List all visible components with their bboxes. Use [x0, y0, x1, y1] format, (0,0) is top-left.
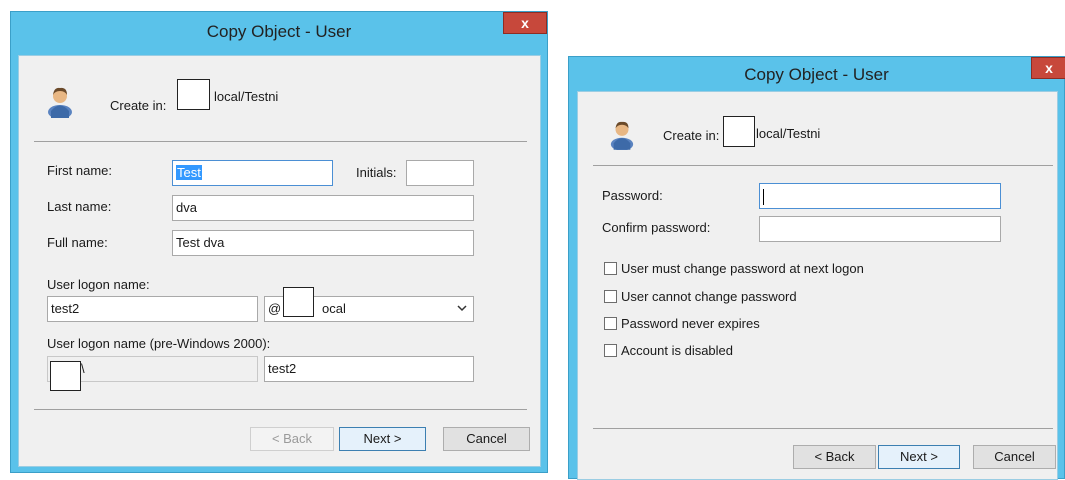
- pre2000-name-field[interactable]: test2: [264, 356, 474, 382]
- redacted-box: [723, 116, 755, 147]
- separator: [593, 428, 1053, 429]
- last-name-label: Last name:: [47, 199, 112, 214]
- dialog-title: Copy Object - User: [206, 22, 352, 41]
- chevron-down-icon: [457, 305, 467, 312]
- cancel-button[interactable]: Cancel: [973, 445, 1056, 469]
- dialog-title: Copy Object - User: [744, 65, 889, 84]
- back-button[interactable]: < Back: [250, 427, 334, 451]
- confirm-password-label: Confirm password:: [602, 220, 711, 235]
- cannot-change-password-checkbox[interactable]: [604, 290, 617, 303]
- text-cursor: [763, 188, 764, 205]
- create-in-path: local/Testni: [756, 126, 821, 141]
- password-label: Password:: [602, 188, 663, 203]
- account-disabled-label[interactable]: Account is disabled: [621, 343, 733, 358]
- redacted-box: [283, 287, 314, 317]
- must-change-password-label[interactable]: User must change password at next logon: [621, 261, 864, 276]
- confirm-password-field[interactable]: [759, 216, 1001, 242]
- separator: [34, 141, 527, 142]
- account-disabled-checkbox[interactable]: [604, 344, 617, 357]
- create-in-path: local/Testni: [214, 89, 279, 104]
- password-never-expires-checkbox[interactable]: [604, 317, 617, 330]
- first-name-field[interactable]: Test: [172, 160, 333, 186]
- user-icon: [48, 87, 72, 118]
- initials-field[interactable]: [406, 160, 474, 186]
- pre2000-label: User logon name (pre-Windows 2000):: [47, 336, 271, 351]
- copy-object-user-dialog-left: Copy Object - User x Create in: local/Te…: [10, 11, 548, 473]
- password-field[interactable]: [759, 183, 1001, 209]
- close-button[interactable]: x: [503, 12, 547, 34]
- cancel-button[interactable]: Cancel: [443, 427, 530, 451]
- password-never-expires-label[interactable]: Password never expires: [621, 316, 760, 331]
- domain-at: @: [268, 301, 282, 316]
- must-change-password-checkbox[interactable]: [604, 262, 617, 275]
- user-icon: [610, 121, 634, 150]
- dialog-client-area: Create in: local/Testni First name: Test…: [18, 55, 541, 467]
- first-name-value: Test: [176, 165, 202, 180]
- back-button[interactable]: < Back: [793, 445, 876, 469]
- redacted-box: [177, 79, 210, 110]
- pre2000-domain-suffix: \: [81, 361, 85, 376]
- close-button[interactable]: x: [1031, 57, 1065, 79]
- initials-label: Initials:: [356, 165, 397, 180]
- copy-object-user-dialog-right: Copy Object - User x Create in: local/Te…: [568, 56, 1065, 480]
- create-in-label: Create in:: [663, 128, 720, 143]
- logon-name-field[interactable]: test2: [47, 296, 258, 322]
- separator: [34, 409, 527, 410]
- next-button[interactable]: Next >: [878, 445, 960, 469]
- dialog-client-area: Create in: local/Testni Password: Confir…: [577, 91, 1058, 480]
- cannot-change-password-label[interactable]: User cannot change password: [621, 289, 797, 304]
- first-name-label: First name:: [47, 163, 113, 178]
- logon-name-label: User logon name:: [47, 277, 150, 292]
- full-name-field[interactable]: Test dva: [172, 230, 474, 256]
- create-in-label: Create in:: [110, 98, 167, 113]
- next-button[interactable]: Next >: [339, 427, 426, 451]
- last-name-field[interactable]: dva: [172, 195, 474, 221]
- redacted-box: [50, 361, 81, 391]
- separator: [593, 165, 1053, 166]
- domain-suffix: ocal: [322, 301, 346, 316]
- full-name-label: Full name:: [47, 235, 108, 250]
